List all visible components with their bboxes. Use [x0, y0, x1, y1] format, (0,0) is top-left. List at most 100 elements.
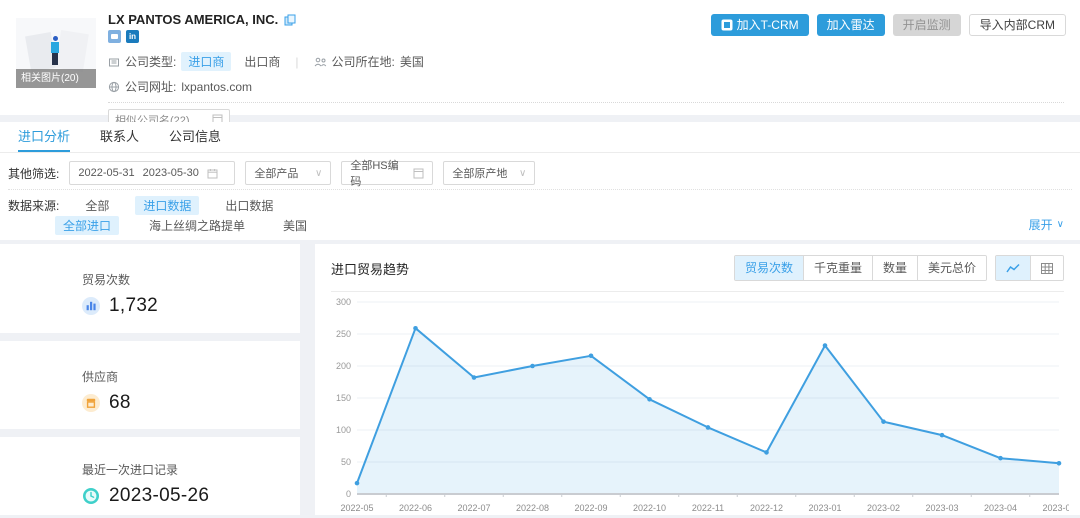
website-label: 公司网址: [125, 78, 176, 95]
company-image-placeholder[interactable]: 相关图片(20) [16, 18, 96, 88]
copy-icon[interactable] [284, 14, 296, 26]
import-crm-button[interactable]: 导入内部CRM [969, 14, 1066, 36]
data-source-row: 数据来源: 全部 进口数据 出口数据 [8, 196, 281, 215]
divider-dotted [108, 102, 1064, 103]
svg-text:150: 150 [336, 393, 351, 403]
view-button-group [995, 255, 1064, 281]
linkedin-icon[interactable]: in [126, 30, 139, 43]
svg-text:100: 100 [336, 425, 351, 435]
svg-text:2022-05: 2022-05 [340, 503, 373, 513]
svg-text:50: 50 [341, 457, 351, 467]
source-option-all[interactable]: 全部 [77, 196, 117, 215]
importer-tag[interactable]: 进口商 [181, 52, 231, 71]
origin-filter-select[interactable]: 全部原产地 [443, 161, 535, 185]
metric-trade-count-button[interactable]: 贸易次数 [735, 256, 803, 280]
supplier-icon [82, 394, 100, 412]
related-images-label[interactable]: 相关图片(20) [16, 69, 96, 88]
expand-link[interactable]: 展开 [1029, 216, 1064, 233]
stat-label: 贸易次数 [0, 244, 300, 288]
location-label: 公司所在地: [332, 53, 395, 70]
add-tcrm-button[interactable]: 加入T-CRM [711, 14, 809, 36]
svg-text:2022-06: 2022-06 [399, 503, 432, 513]
date-range-picker[interactable]: 2022-05-31 2023-05-30 [69, 161, 235, 185]
code-list-icon [413, 168, 424, 179]
divider: | [295, 55, 298, 69]
start-monitor-button: 开启监测 [893, 14, 961, 36]
sub-option-all-import[interactable]: 全部进口 [55, 216, 119, 235]
import-subsource-row: 全部进口 海上丝绸之路提单 美国 [55, 216, 315, 235]
svg-text:2022-09: 2022-09 [574, 503, 607, 513]
social-icon[interactable] [108, 30, 121, 43]
company-header: 相关图片(20) LX PANTOS AMERICA, INC. in 公司类型… [0, 0, 1080, 115]
metric-usd-total-button[interactable]: 美元总价 [917, 256, 986, 280]
tab-contacts[interactable]: 联系人 [100, 122, 139, 152]
tab-company-info[interactable]: 公司信息 [169, 122, 221, 152]
stat-label: 最近一次进口记录 [0, 437, 300, 478]
date-start: 2022-05-31 [78, 167, 134, 179]
date-end: 2023-05-30 [143, 167, 199, 179]
tab-bar: 进口分析 联系人 公司信息 [0, 122, 1080, 153]
table-view-button[interactable] [1030, 256, 1063, 280]
svg-text:2022-10: 2022-10 [633, 503, 666, 513]
filter-row: 其他筛选: 2022-05-31 2023-05-30 全部产品 全部HS编码 … [8, 161, 535, 185]
sub-option-us[interactable]: 美国 [275, 216, 315, 235]
chart-title: 进口贸易趋势 [331, 259, 409, 278]
line-chart-icon [1006, 263, 1020, 274]
chevron-down-icon [519, 168, 526, 179]
stat-card-trade-count: 贸易次数 1,732 [0, 244, 300, 333]
svg-text:2023-05: 2023-05 [1042, 503, 1069, 513]
source-option-export[interactable]: 出口数据 [217, 196, 281, 215]
calendar-icon [207, 168, 218, 179]
location-icon [314, 56, 327, 68]
svg-text:2022-12: 2022-12 [750, 503, 783, 513]
company-name: LX PANTOS AMERICA, INC. [108, 12, 278, 27]
exporter-tag[interactable]: 出口商 [244, 53, 280, 70]
svg-text:200: 200 [336, 361, 351, 371]
add-radar-button[interactable]: 加入雷达 [817, 14, 885, 36]
illustration-person [52, 53, 58, 65]
header-actions: 加入T-CRM 加入雷达 开启监测 导入内部CRM [711, 14, 1066, 36]
svg-text:0: 0 [346, 489, 351, 499]
location-value: 美国 [400, 53, 424, 70]
chevron-down-icon [1057, 219, 1064, 230]
company-type-icon [108, 56, 120, 68]
illustration-person [53, 36, 58, 41]
tab-import-analysis[interactable]: 进口分析 [18, 122, 70, 152]
globe-icon [108, 81, 120, 93]
divider-dotted [8, 189, 1072, 190]
svg-text:2023-02: 2023-02 [867, 503, 900, 513]
svg-text:2023-04: 2023-04 [984, 503, 1017, 513]
metric-quantity-button[interactable]: 数量 [872, 256, 917, 280]
illustration-person [51, 42, 59, 53]
bar-chart-icon [82, 297, 100, 315]
stat-value: 68 [109, 392, 131, 414]
stat-value: 1,732 [109, 295, 158, 317]
stat-card-suppliers: 供应商 68 [0, 341, 300, 429]
svg-text:300: 300 [336, 297, 351, 307]
source-option-import[interactable]: 进口数据 [135, 196, 199, 215]
stat-card-last-import: 最近一次进口记录 2023-05-26 [0, 437, 300, 515]
trend-area-chart: 0501001502002503002022-052022-062022-072… [329, 294, 1069, 518]
svg-text:2023-01: 2023-01 [808, 503, 841, 513]
sub-option-maritime-bol[interactable]: 海上丝绸之路提单 [141, 216, 253, 235]
svg-text:2022-11: 2022-11 [692, 503, 724, 513]
svg-text:250: 250 [336, 329, 351, 339]
company-type-label: 公司类型: [125, 53, 176, 70]
product-filter-value: 全部产品 [254, 165, 307, 181]
metric-button-group: 贸易次数 千克重量 数量 美元总价 [734, 255, 987, 281]
divider [331, 291, 1064, 292]
hs-filter-value: 全部HS编码 [350, 157, 405, 189]
svg-text:2023-03: 2023-03 [925, 503, 958, 513]
product-filter-select[interactable]: 全部产品 [245, 161, 331, 185]
website-value[interactable]: lxpantos.com [181, 80, 252, 94]
import-trend-panel: 进口贸易趋势 贸易次数 千克重量 数量 美元总价 [315, 244, 1080, 515]
metric-kg-weight-button[interactable]: 千克重量 [803, 256, 872, 280]
hs-code-filter[interactable]: 全部HS编码 [341, 161, 433, 185]
page: { "header": { "company_name": "LX PANTOS… [0, 0, 1080, 515]
illustration-paper [55, 30, 89, 72]
line-view-button[interactable] [996, 256, 1030, 280]
data-source-label: 数据来源: [8, 197, 59, 214]
origin-filter-value: 全部原产地 [452, 165, 511, 181]
other-filters-label: 其他筛选: [8, 165, 59, 182]
tcrm-icon [721, 19, 733, 31]
